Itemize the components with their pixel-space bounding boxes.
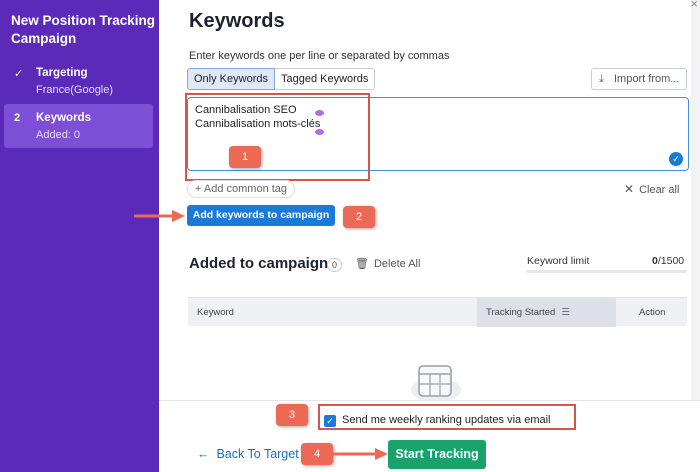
step-name: Targeting bbox=[36, 67, 88, 79]
back-label: Back To Target bbox=[216, 447, 299, 461]
step-number: 2 bbox=[14, 112, 21, 124]
sort-icon: ☰ bbox=[561, 307, 570, 318]
sidebar: New Position Tracking Campaign ✓ Targeti… bbox=[0, 0, 159, 472]
added-count-badge: 0 bbox=[327, 258, 342, 272]
main-panel: × Keywords i Enter keywords one per line… bbox=[159, 0, 700, 472]
check-icon: ✓ bbox=[669, 152, 683, 166]
step-targeting[interactable]: ✓ Targeting France(Google) bbox=[4, 62, 153, 100]
start-tracking-button[interactable]: Start Tracking bbox=[388, 440, 486, 469]
keywords-table-header: Keyword Tracking Started ☰ Action bbox=[188, 297, 687, 327]
tab-only-keywords[interactable]: Only Keywords bbox=[187, 68, 275, 90]
annotation-arrow-icon bbox=[333, 448, 388, 460]
step-name: Keywords bbox=[36, 112, 91, 124]
import-label: Import from... bbox=[614, 73, 680, 85]
delete-all-button[interactable]: 🗑 Delete All bbox=[355, 257, 420, 270]
annotation-arrow-icon bbox=[134, 210, 185, 222]
download-icon: ⤓ bbox=[599, 73, 604, 85]
keyword-limit-total: /1500 bbox=[657, 255, 685, 267]
column-action: Action bbox=[639, 307, 666, 318]
column-keyword[interactable]: Keyword bbox=[197, 298, 234, 327]
add-keywords-button[interactable]: Add keywords to campaign bbox=[187, 205, 335, 226]
close-icon[interactable]: × bbox=[690, 0, 698, 11]
keywords-hint: Enter keywords one per line or separated… bbox=[189, 50, 450, 62]
info-icon[interactable]: i bbox=[275, 17, 277, 28]
annotation-badge: 2 bbox=[343, 206, 375, 228]
step-sub: France(Google) bbox=[36, 84, 114, 96]
campaign-title: New Position Tracking Campaign bbox=[11, 13, 156, 46]
keyword-mode-tabs: Only Keywords Tagged Keywords bbox=[187, 68, 376, 90]
step-sub: Added: 0 bbox=[36, 129, 81, 141]
step-keywords[interactable]: 2 Keywords Added: 0 bbox=[4, 104, 153, 148]
keyword-limit-label: Keyword limit bbox=[527, 255, 590, 267]
close-icon: ✕ bbox=[624, 182, 635, 196]
clear-all-button[interactable]: ✕ Clear all bbox=[624, 182, 679, 196]
annotation-box bbox=[318, 404, 576, 430]
scrollbar[interactable] bbox=[691, 0, 700, 400]
column-tracking-started[interactable]: Tracking Started ☰ bbox=[477, 298, 616, 327]
arrow-left-icon: ← bbox=[197, 447, 210, 461]
check-icon: ✓ bbox=[14, 68, 24, 80]
column-tracking-label: Tracking Started bbox=[486, 307, 556, 318]
empty-table-illustration-icon bbox=[411, 365, 461, 402]
keyword-limit-value: 0/1500 bbox=[652, 255, 684, 267]
annotation-badge: 3 bbox=[276, 404, 308, 426]
delete-all-label: Delete All bbox=[373, 258, 421, 270]
page-title: Keywords bbox=[189, 10, 285, 32]
added-to-campaign-title: Added to campaign bbox=[189, 255, 329, 272]
tab-tagged-keywords[interactable]: Tagged Keywords bbox=[274, 68, 376, 90]
annotation-badge: 4 bbox=[301, 443, 333, 465]
annotation-box bbox=[185, 93, 370, 181]
trash-icon: 🗑 bbox=[355, 258, 369, 270]
import-button[interactable]: ⤓ Import from... bbox=[591, 68, 687, 90]
clear-all-label: Clear all bbox=[639, 184, 680, 196]
back-to-target-link[interactable]: ← Back To Target bbox=[197, 447, 299, 461]
annotation-badge: 1 bbox=[229, 146, 261, 168]
add-common-tag-button[interactable]: + Add common tag bbox=[187, 180, 296, 198]
keyword-limit-bar bbox=[526, 270, 687, 273]
